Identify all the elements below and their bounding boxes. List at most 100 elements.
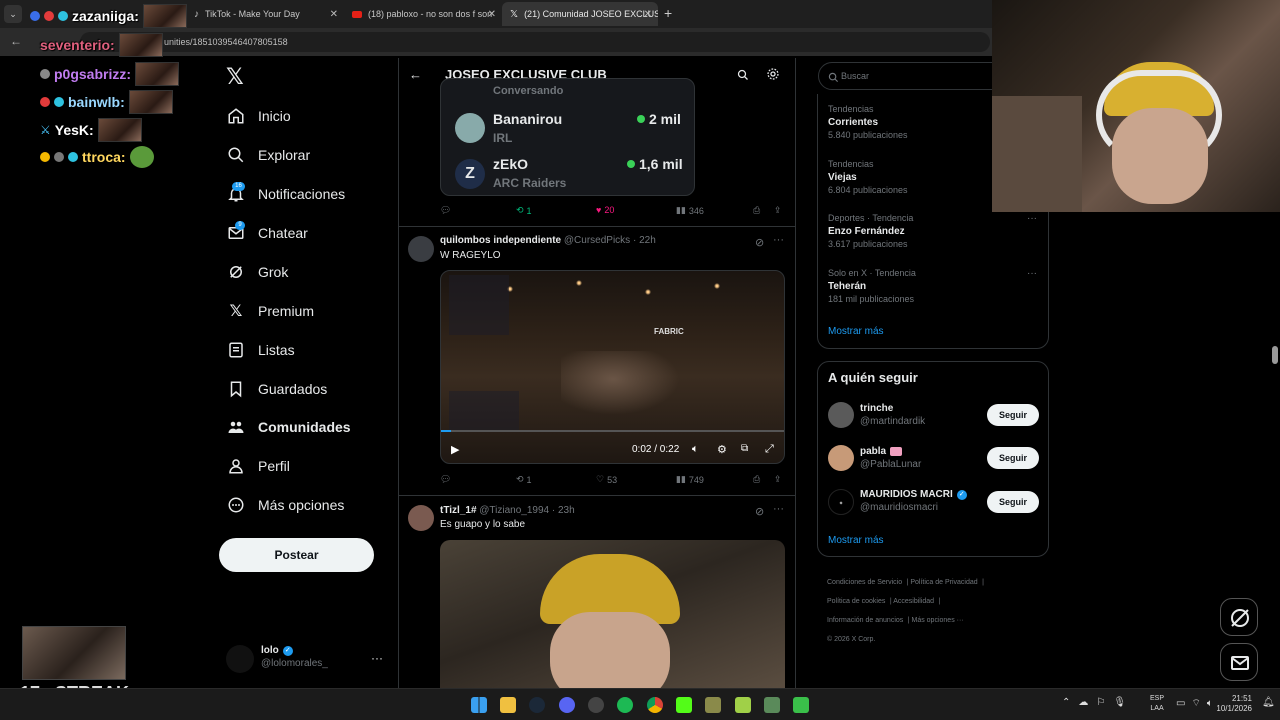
nav-listas[interactable]: Listas	[226, 338, 295, 362]
post-author-name[interactable]: tTizl_1#	[440, 505, 477, 516]
settings-gear-icon[interactable]	[766, 67, 780, 86]
trend-item[interactable]: Deportes · Tendencia Enzo Fernández 3.61…	[828, 213, 913, 249]
more-icon[interactable]: ···	[773, 503, 784, 515]
follow-button[interactable]: Seguir	[987, 404, 1039, 426]
close-icon[interactable]: ✕	[488, 9, 496, 20]
close-icon[interactable]: ✕	[644, 9, 652, 20]
repost-button[interactable]: ⟲ 1	[516, 474, 532, 485]
pip-icon[interactable]: ⧉	[741, 443, 748, 454]
show-more-follow-link[interactable]: Mostrar más	[828, 535, 884, 546]
footer-link-privacy[interactable]: Política de Privacidad	[910, 579, 977, 586]
suggested-user[interactable]: MAURIDIOS MACRI ✓ @mauridiosmacri	[860, 489, 967, 513]
more-icon[interactable]: ···	[1027, 268, 1037, 279]
share-icon[interactable]: ⇪	[774, 205, 782, 216]
settings-gear-icon[interactable]: ⚙	[717, 443, 727, 456]
footer-link-ads[interactable]: Información de anuncios	[827, 617, 903, 624]
more-icon[interactable]: ···	[1027, 213, 1037, 224]
like-button[interactable]: ♥ 20	[596, 205, 614, 215]
footer-link-cookies[interactable]: Política de cookies	[827, 598, 885, 605]
nav-perfil[interactable]: Perfil	[226, 454, 290, 478]
account-avatar[interactable]	[226, 645, 254, 673]
post-author-handle[interactable]: @CursedPicks · 22h	[564, 235, 656, 246]
grok-icon[interactable]: ⊘	[755, 505, 764, 518]
search-icon[interactable]	[737, 68, 749, 86]
tab-youtube[interactable]: (18) pabloxo - no son dos f son ✕	[344, 2, 502, 26]
post-avatar[interactable]	[408, 505, 434, 531]
app-icon[interactable]	[793, 697, 809, 713]
x-logo-icon[interactable]: 𝕏	[226, 64, 244, 90]
show-more-trends-link[interactable]: Mostrar más	[828, 326, 884, 337]
new-tab-button[interactable]: +	[664, 5, 672, 21]
play-icon[interactable]: ▶	[451, 443, 459, 456]
reply-button[interactable]: 💬︎	[440, 205, 451, 216]
discord-icon[interactable]	[559, 697, 575, 713]
trend-item[interactable]: Tendencias Viejas 6.804 publicaciones	[828, 159, 908, 195]
nav-explorar[interactable]: Explorar	[226, 143, 310, 167]
grok-icon[interactable]: ⊘	[755, 236, 764, 249]
messages-floating-button[interactable]	[1220, 643, 1258, 681]
page-scrollbar[interactable]	[1272, 346, 1278, 364]
spotify-icon[interactable]	[617, 697, 633, 713]
notifications-icon[interactable]: 🔔︎	[1262, 697, 1275, 708]
language-indicator[interactable]: ESP LAA	[1150, 694, 1164, 714]
more-icon[interactable]: ···	[371, 651, 383, 665]
nav-inicio[interactable]: Inicio	[226, 104, 291, 128]
follow-button[interactable]: Seguir	[987, 491, 1039, 513]
tab-menu-button[interactable]: ⌄	[4, 5, 22, 23]
video-player[interactable]: FABRIC ▶ 0:02 / 0:22 🔈︎ ⚙ ⧉ ⤢	[440, 270, 785, 464]
account-switcher[interactable]: lolo ✓ @lolomorales_ ···	[261, 645, 391, 675]
suggested-user[interactable]: pabla @PablaLunar	[860, 446, 921, 470]
volume-icon[interactable]: 🔈︎	[692, 443, 699, 456]
video-progress-bar[interactable]	[441, 430, 784, 432]
back-arrow-icon[interactable]: ←	[10, 34, 22, 48]
app-icon[interactable]	[588, 697, 604, 713]
repost-button[interactable]: ⟲ 1	[516, 205, 532, 216]
fullscreen-icon[interactable]: ⤢	[765, 443, 774, 456]
footer-link-accessibility[interactable]: Accesibilidad	[893, 598, 934, 605]
trend-item[interactable]: Tendencias Corrientes 5.840 publicacione…	[828, 104, 908, 140]
nav-grok[interactable]: Grok	[226, 260, 288, 284]
nav-mas-opciones[interactable]: Más opciones	[226, 493, 344, 517]
reply-button[interactable]: 💬︎	[440, 474, 451, 485]
clock[interactable]: 21:51 10/1/2026	[1212, 694, 1252, 714]
post-avatar[interactable]	[408, 236, 434, 262]
like-button[interactable]: ♡ 53	[596, 474, 617, 485]
grok-floating-button[interactable]	[1220, 598, 1258, 636]
search-box[interactable]: Buscar	[818, 62, 1018, 90]
back-button[interactable]: ←	[409, 67, 422, 82]
windows-start-icon[interactable]	[471, 697, 487, 713]
views-button[interactable]: ▮▮ 346	[676, 205, 704, 216]
bookmark-icon[interactable]: ⎙	[753, 205, 760, 216]
nav-guardados[interactable]: Guardados	[226, 377, 327, 401]
follow-button[interactable]: Seguir	[987, 447, 1039, 469]
more-icon[interactable]: ···	[773, 234, 784, 246]
nav-premium[interactable]: 𝕏 Premium	[226, 299, 314, 323]
kick-icon[interactable]	[676, 697, 692, 713]
stream-list-card[interactable]: Conversando Bananirou IRL 2 mil Z zEkO A…	[440, 78, 695, 196]
close-icon[interactable]: ✕	[330, 9, 338, 20]
trend-item[interactable]: Solo en X · Tendencia Teherán 181 mil pu…	[828, 268, 916, 304]
post-button[interactable]: Postear	[219, 538, 374, 572]
share-icon[interactable]: ⇪	[774, 474, 782, 485]
footer-link-more[interactable]: Más opciones ···	[912, 617, 964, 624]
file-explorer-icon[interactable]	[500, 697, 516, 713]
footer-link-terms[interactable]: Condiciones de Servicio	[827, 579, 902, 586]
nav-comunidades[interactable]: Comunidades	[226, 415, 351, 439]
steam-icon[interactable]	[529, 697, 545, 713]
suggested-user-avatar[interactable]	[828, 445, 854, 471]
post-image[interactable]	[440, 540, 785, 688]
suggested-user-avatar[interactable]: ◆	[828, 489, 854, 515]
bookmark-icon[interactable]: ⎙	[753, 474, 760, 485]
url-field[interactable]: unities/1851039546407805158	[80, 32, 990, 52]
suggested-user[interactable]: trinche @martindardik	[860, 403, 925, 427]
tab-tiktok[interactable]: ♪ TikTok - Make Your Day ✕	[186, 2, 344, 26]
app-icon[interactable]	[735, 697, 751, 713]
chrome-icon[interactable]	[647, 697, 663, 713]
views-button[interactable]: ▮▮ 749	[676, 474, 704, 485]
app-icon[interactable]	[705, 697, 721, 713]
app-icon[interactable]	[764, 697, 780, 713]
post-author-name[interactable]: quilombos independiente	[440, 235, 561, 246]
tab-community[interactable]: 𝕏 (21) Comunidad JOSEO EXCLUS ✕	[502, 2, 658, 26]
post-author-handle[interactable]: @Tiziano_1994 · 23h	[479, 505, 574, 516]
suggested-user-avatar[interactable]	[828, 402, 854, 428]
